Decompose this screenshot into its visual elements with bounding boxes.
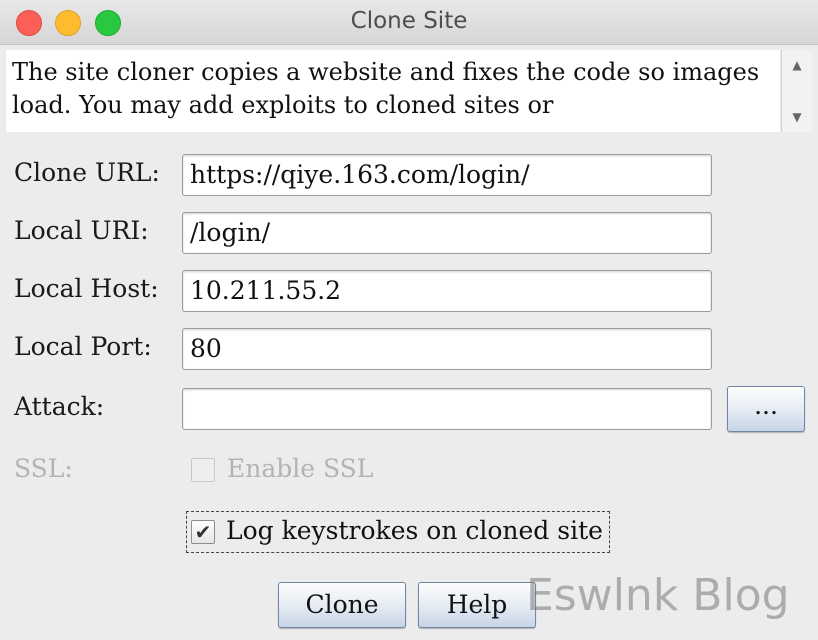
help-button[interactable]: Help [418, 582, 536, 628]
local-uri-input[interactable]: /login/ [182, 212, 712, 254]
attack-label: Attack: [14, 392, 105, 421]
local-port-label: Local Port: [14, 332, 152, 361]
scroll-down-arrow-icon[interactable]: ▼ [787, 108, 807, 126]
description-panel: The site cloner copies a website and fix… [6, 50, 780, 132]
enable-ssl-label: Enable SSL [227, 454, 374, 483]
watermark-text: Eswlnk Blog [526, 570, 790, 621]
title-bar: Clone Site [0, 0, 818, 45]
local-host-label: Local Host: [14, 274, 159, 303]
clone-url-input[interactable]: https://qiye.163.com/login/ [182, 154, 712, 196]
description-scrollbar[interactable]: ▲ ▼ [781, 50, 812, 132]
scroll-up-arrow-icon[interactable]: ▲ [787, 56, 807, 74]
attack-input[interactable] [182, 388, 712, 430]
local-port-input[interactable]: 80 [182, 328, 712, 370]
log-keystrokes-checkbox[interactable]: ✔ [191, 520, 215, 544]
enable-ssl-checkbox[interactable] [191, 458, 215, 482]
ssl-label: SSL: [14, 454, 73, 483]
window-title: Clone Site [350, 8, 468, 34]
log-keystrokes-label[interactable]: Log keystrokes on cloned site [226, 516, 603, 545]
description-text: The site cloner copies a website and fix… [12, 58, 760, 119]
clone-url-label: Clone URL: [14, 158, 160, 187]
local-uri-label: Local URI: [14, 216, 149, 245]
local-host-input[interactable]: 10.211.55.2 [182, 270, 712, 312]
clone-button[interactable]: Clone [278, 582, 406, 628]
checkmark-icon: ✔ [194, 520, 212, 544]
attack-browse-button[interactable]: ... [727, 386, 805, 432]
